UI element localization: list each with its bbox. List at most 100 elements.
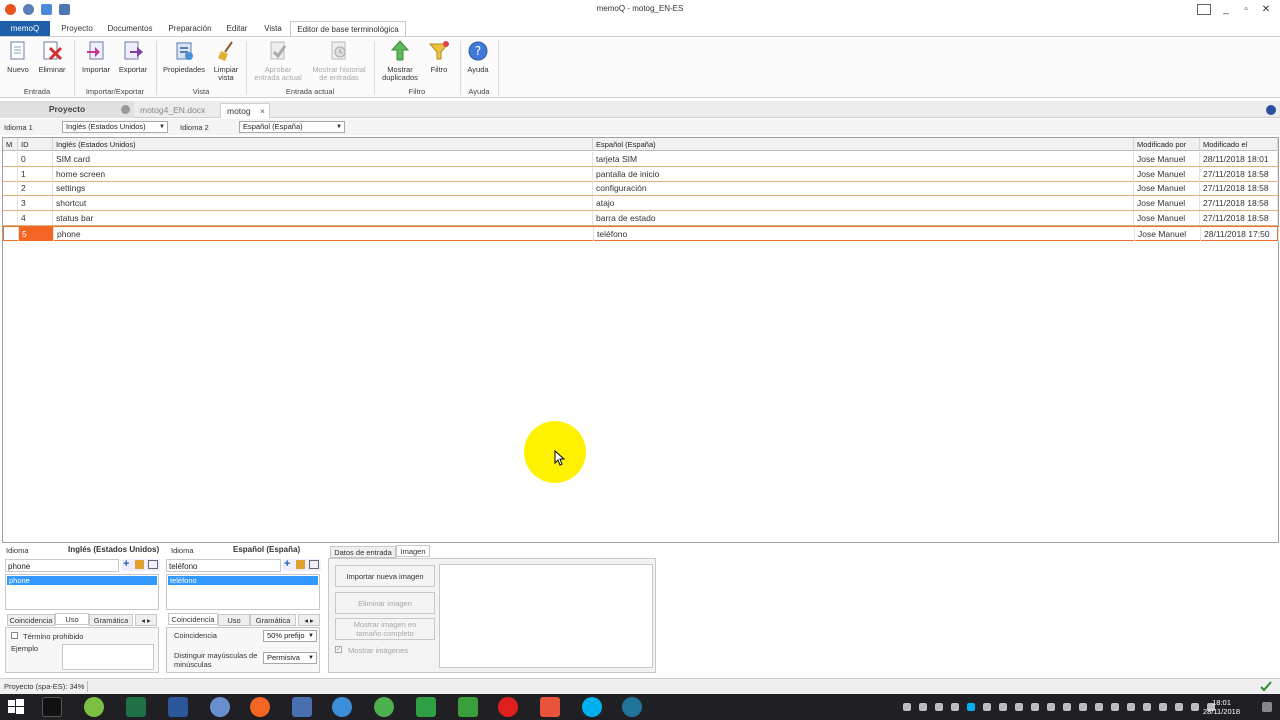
importar-button[interactable]: Importar: [80, 40, 112, 74]
list-item[interactable]: teléfono: [168, 576, 318, 585]
tray-app-icon[interactable]: [1111, 703, 1119, 711]
filtro-button[interactable]: Filtro: [424, 40, 454, 74]
windows-start-icon[interactable]: [6, 697, 26, 717]
eliminar-imagen-button[interactable]: Eliminar imagen: [335, 592, 435, 614]
tray-app-icon[interactable]: [999, 703, 1007, 711]
tray-app-icon[interactable]: [983, 703, 991, 711]
app-tools-icon[interactable]: [292, 697, 312, 717]
opera-icon[interactable]: [498, 697, 518, 717]
right-tab-uso[interactable]: Uso: [218, 614, 250, 626]
tab-imagen[interactable]: Imagen: [396, 545, 430, 557]
minimize-button[interactable]: _: [1219, 3, 1233, 17]
importar-imagen-button[interactable]: Importar nueva imagen: [335, 565, 435, 587]
tab-memoq[interactable]: memoQ: [0, 21, 50, 36]
idioma1-select[interactable]: Inglés (Estados Unidos) ▼: [62, 121, 168, 133]
tab-document-motog4[interactable]: motog4_EN.docx: [140, 103, 216, 118]
tab-datos-de-entrada[interactable]: Datos de entrada: [330, 546, 396, 558]
column-header-id[interactable]: ID: [18, 138, 53, 151]
table-row[interactable]: 4 status bar barra de estado Jose Manuel…: [3, 210, 1278, 226]
app-s-icon[interactable]: [458, 697, 478, 717]
account-icon[interactable]: [1197, 4, 1211, 15]
excel-icon[interactable]: [126, 697, 146, 717]
edit-term-icon[interactable]: [135, 560, 144, 569]
add-term-icon[interactable]: +: [284, 558, 290, 570]
eliminar-button[interactable]: Eliminar: [36, 40, 68, 74]
mostrar-imagenes-checkbox[interactable]: ✓: [335, 646, 342, 653]
table-row[interactable]: 3 shortcut atajo Jose Manuel 27/11/2018 …: [3, 196, 1278, 212]
tray-app-icon[interactable]: [1079, 703, 1087, 711]
right-tab-gramatica[interactable]: Gramática: [250, 614, 296, 626]
aprobar-entrada-button[interactable]: Aprobar entrada actual: [250, 40, 306, 82]
tray-app-icon[interactable]: [1047, 703, 1055, 711]
tab-editor-base-terminologica[interactable]: Editor de base terminológica: [290, 21, 406, 37]
source-term-input[interactable]: phone: [5, 559, 119, 572]
column-header-m[interactable]: M: [3, 138, 18, 151]
maximize-button[interactable]: ▫: [1239, 3, 1253, 17]
wordpress-icon[interactable]: [622, 697, 642, 717]
app-green-icon[interactable]: [416, 697, 436, 717]
right-tab-scroll[interactable]: ◂ ▸: [298, 614, 320, 626]
tray-volume-icon[interactable]: [1175, 703, 1183, 711]
left-tab-scroll[interactable]: ◂ ▸: [135, 614, 157, 626]
remove-term-icon[interactable]: [148, 560, 158, 569]
column-header-modified-on[interactable]: Modificado el: [1200, 138, 1278, 151]
close-button[interactable]: ✕: [1259, 3, 1273, 17]
left-tab-uso[interactable]: Uso: [55, 613, 89, 625]
pin-icon[interactable]: [121, 105, 130, 114]
tray-app-icon[interactable]: [1015, 703, 1023, 711]
add-term-icon[interactable]: +: [123, 558, 129, 570]
nuevo-button[interactable]: Nuevo: [4, 40, 32, 74]
chrome-icon[interactable]: [374, 697, 394, 717]
tray-app-icon[interactable]: [1127, 703, 1135, 711]
close-tab-icon[interactable]: ×: [260, 104, 265, 119]
remove-term-icon[interactable]: [309, 560, 319, 569]
mayusculas-select[interactable]: Permisiva ▼: [263, 652, 317, 664]
target-term-list[interactable]: teléfono: [166, 574, 320, 610]
target-term-input[interactable]: teléfono: [166, 559, 281, 572]
tray-app-icon[interactable]: [951, 703, 959, 711]
ayuda-button[interactable]: ? Ayuda: [464, 40, 492, 74]
tab-editar[interactable]: Editar: [222, 21, 252, 36]
clover-icon[interactable]: [84, 697, 104, 717]
tray-app-icon[interactable]: [1063, 703, 1071, 711]
navigation-icon[interactable]: [1266, 105, 1276, 115]
mostrar-historial-button[interactable]: Mostrar historial de entradas: [308, 40, 370, 82]
tray-app-icon[interactable]: [935, 703, 943, 711]
termino-prohibido-checkbox[interactable]: [11, 632, 18, 639]
mostrar-duplicados-button[interactable]: Mostrar duplicados: [378, 40, 422, 82]
chat-icon[interactable]: [332, 697, 352, 717]
propiedades-button[interactable]: Propiedades: [160, 40, 208, 74]
tray-app-icon[interactable]: [1031, 703, 1039, 711]
tray-app-icon[interactable]: [1143, 703, 1151, 711]
table-row[interactable]: 5 phone teléfono Jose Manuel 28/11/2018 …: [3, 225, 1279, 241]
tray-app-icon[interactable]: [1095, 703, 1103, 711]
column-header-modified-by[interactable]: Modificado por: [1134, 138, 1200, 151]
tab-preparacion[interactable]: Preparación: [164, 21, 216, 36]
list-item[interactable]: phone: [7, 576, 157, 585]
tab-vista[interactable]: Vista: [258, 21, 288, 36]
left-tab-coincidencia[interactable]: Coincidencia: [7, 614, 55, 626]
left-tab-gramatica[interactable]: Gramática: [89, 614, 133, 626]
table-row[interactable]: 1 home screen pantalla de inicio Jose Ma…: [3, 166, 1278, 182]
memoq-taskbar-icon[interactable]: [250, 697, 270, 717]
ejemplo-field[interactable]: [62, 644, 154, 670]
tray-skype-icon[interactable]: [967, 703, 975, 711]
tray-keyboard-icon[interactable]: [1191, 703, 1199, 711]
tab-proyecto[interactable]: Proyecto: [56, 21, 98, 36]
idioma2-select[interactable]: Español (España) ▼: [239, 121, 345, 133]
app-c-icon[interactable]: [540, 697, 560, 717]
exportar-button[interactable]: Exportar: [116, 40, 150, 74]
table-row[interactable]: 0 SIM card tarjeta SIM Jose Manuel 28/11…: [3, 152, 1278, 167]
app-r-icon[interactable]: [42, 697, 62, 717]
skype-icon[interactable]: [582, 697, 602, 717]
table-row[interactable]: 2 settings configuración Jose Manuel 27/…: [3, 181, 1278, 197]
source-term-list[interactable]: phone: [5, 574, 159, 610]
limpiar-vista-button[interactable]: Limpiar vista: [210, 40, 242, 82]
right-tab-coincidencia[interactable]: Coincidencia: [168, 613, 218, 625]
column-header-spanish[interactable]: Español (España): [593, 138, 1134, 151]
column-header-english[interactable]: Inglés (Estados Unidos): [53, 138, 593, 151]
coincidencia-select[interactable]: 50% prefijo ▼: [263, 630, 317, 642]
search-app-icon[interactable]: [210, 697, 230, 717]
mostrar-imagen-button[interactable]: Mostrar imagen en tamaño completo: [335, 618, 435, 640]
taskbar-clock[interactable]: 18:01 28/11/2018: [1203, 698, 1240, 716]
